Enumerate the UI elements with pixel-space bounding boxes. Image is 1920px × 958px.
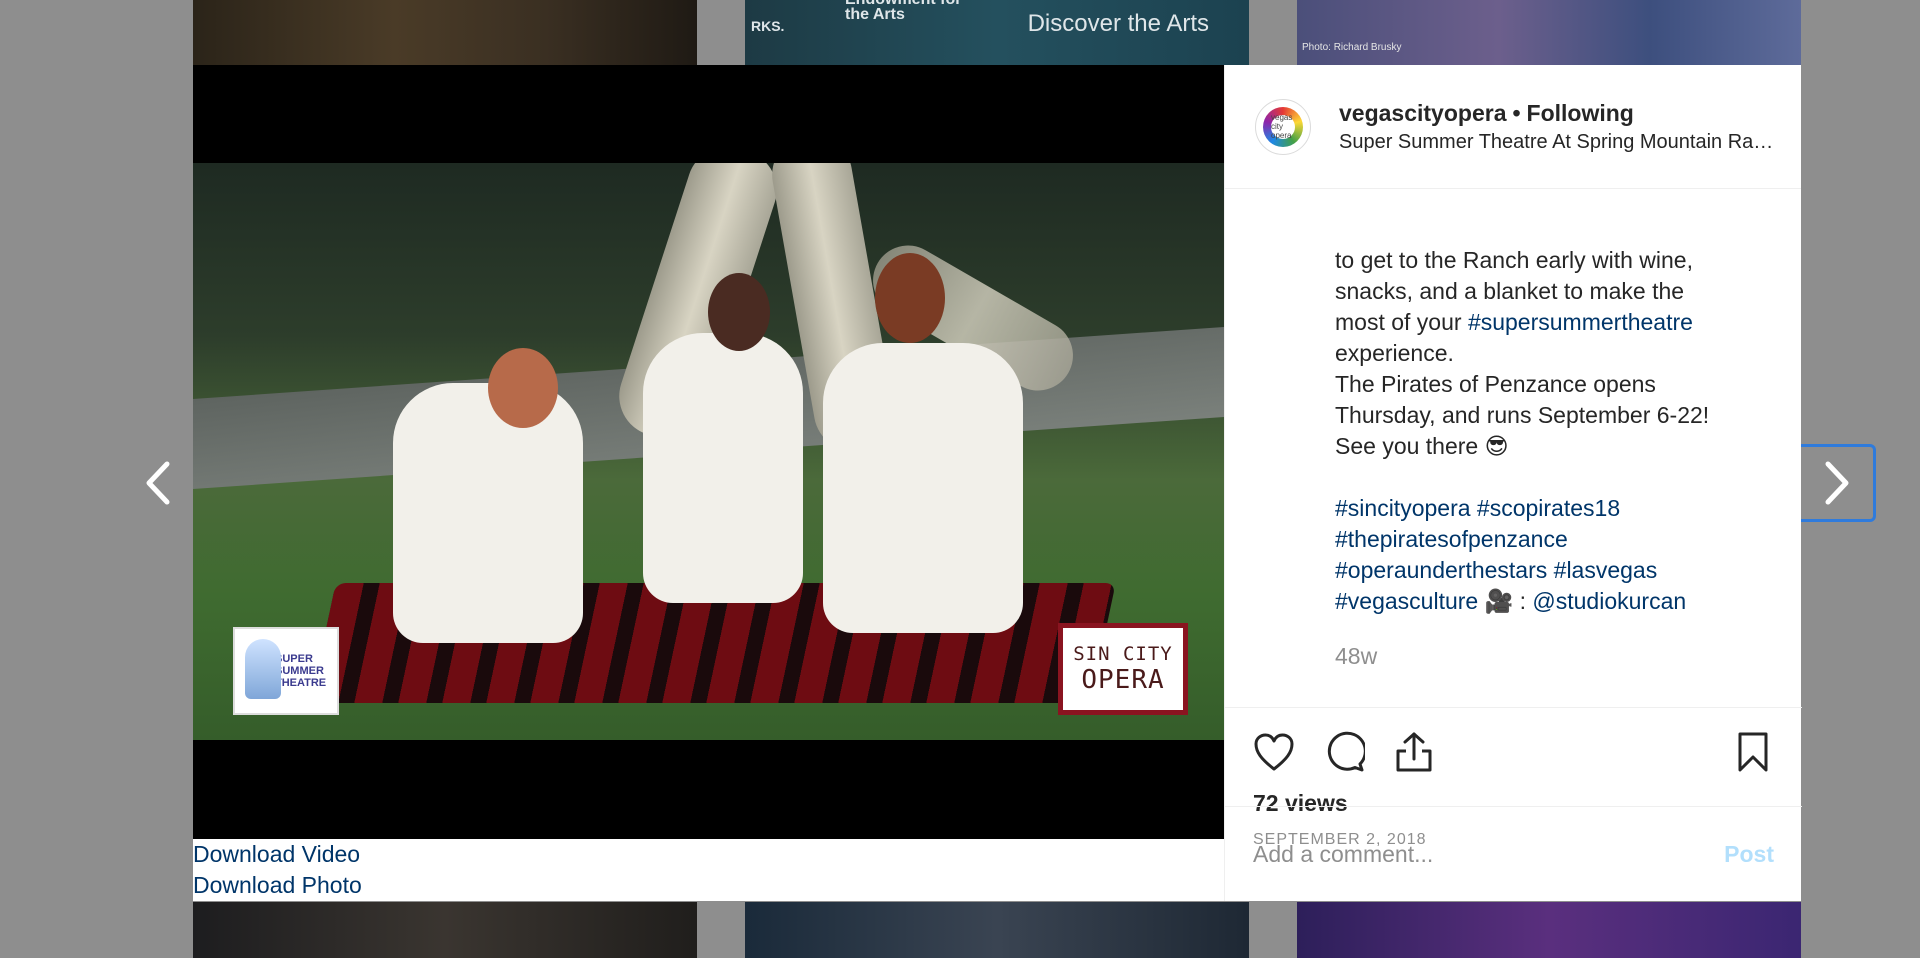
caption-line: The Pirates of Penzance opens [1335,371,1656,397]
location-link[interactable]: Super Summer Theatre At Spring Mountain … [1339,131,1775,154]
video-frame[interactable]: SUPER SUMMER THEATRE SIN CITY OPERA [193,163,1224,740]
hashtag-line[interactable]: #thepiratesofpenzance [1335,524,1775,555]
download-video-link[interactable]: Download Video [193,839,1224,870]
grid-thumbnail[interactable]: RKS. Endowment for the Arts Discover the… [745,0,1249,65]
comment-input[interactable] [1253,840,1725,868]
hashtag-link[interactable]: #vegasculture [1335,588,1478,614]
chevron-right-icon [1825,461,1848,505]
save-button[interactable] [1732,731,1774,773]
post-details-panel: vegas city opera vegascityopera • Followin… [1224,65,1802,901]
mention-link[interactable]: @studiokurcan [1532,588,1686,614]
comment-bar: Post [1225,806,1802,901]
comment-bubble-icon [1327,731,1365,772]
separator-dot: • [1512,99,1521,126]
post-header: vegas city opera vegascityopera • Followin… [1225,65,1801,189]
hashtag-line[interactable]: #operaunderthestars #lasvegas [1335,555,1775,586]
like-button[interactable] [1253,731,1295,773]
username-link[interactable]: vegascityopera [1339,100,1506,126]
grid-thumbnail[interactable]: Photo: Richard Brusky [1297,0,1801,65]
caption-line: to get to the Ranch early with wine, [1335,247,1693,273]
grid-thumbnail[interactable] [193,0,697,65]
photo-credit: Photo: Richard Brusky [1302,42,1402,53]
person-head [488,348,558,428]
caption-line: experience. [1335,340,1454,366]
thumbnail-text: Endowment for the Arts [845,0,961,23]
avatar[interactable]: vegas city opera [1255,98,1311,155]
comment-button[interactable] [1323,731,1365,773]
post-comment-button[interactable]: Post [1724,841,1774,868]
thumbnail-text: RKS. [751,18,785,34]
grid-thumbnail[interactable] [745,902,1249,958]
grid-thumbnail[interactable] [1297,902,1801,958]
share-button[interactable] [1393,731,1435,773]
caption-line: most of your #supersummertheatre [1335,309,1693,335]
post-age[interactable]: 48w [1335,643,1775,670]
avatar-logo: vegas city opera [1263,106,1303,147]
download-links: Download Video Download Photo [193,839,1224,901]
caption-area: to get to the Ranch early with wine, sna… [1225,189,1802,708]
following-button[interactable]: Following [1527,100,1634,126]
chevron-left-icon [146,461,170,505]
person [393,383,583,643]
thumbnail-text: Discover the Arts [1027,10,1209,37]
person-head [708,273,770,351]
super-summer-theatre-logo: SUPER SUMMER THEATRE [233,627,339,715]
grid-thumbnail[interactable] [193,902,697,958]
lightbulb-icon [245,639,281,699]
next-post-button[interactable] [1800,444,1876,522]
previous-post-button[interactable] [138,450,178,516]
bookmark-icon [1738,732,1768,772]
person [823,343,1023,633]
heart-icon [1254,733,1294,771]
person [643,333,803,603]
hashtag-link[interactable]: #supersummertheatre [1468,309,1693,335]
caption-line: Thursday, and runs September 6-22! [1335,402,1710,428]
hashtag-line[interactable]: #sincityopera #scopirates18 [1335,493,1775,524]
caption-line: snacks, and a blanket to make the [1335,278,1685,304]
sin-city-opera-logo: SIN CITY OPERA [1058,623,1188,715]
share-icon [1396,732,1432,772]
caption-line: #vegasculture 🎥 : @studiokurcan [1335,588,1687,614]
caption-line: See you there 😎 [1335,433,1509,459]
person-head [875,253,945,343]
post-modal: SUPER SUMMER THEATRE SIN CITY OPERA Down… [193,65,1802,901]
video-player[interactable]: SUPER SUMMER THEATRE SIN CITY OPERA [193,65,1224,839]
download-photo-link[interactable]: Download Photo [193,870,1224,901]
